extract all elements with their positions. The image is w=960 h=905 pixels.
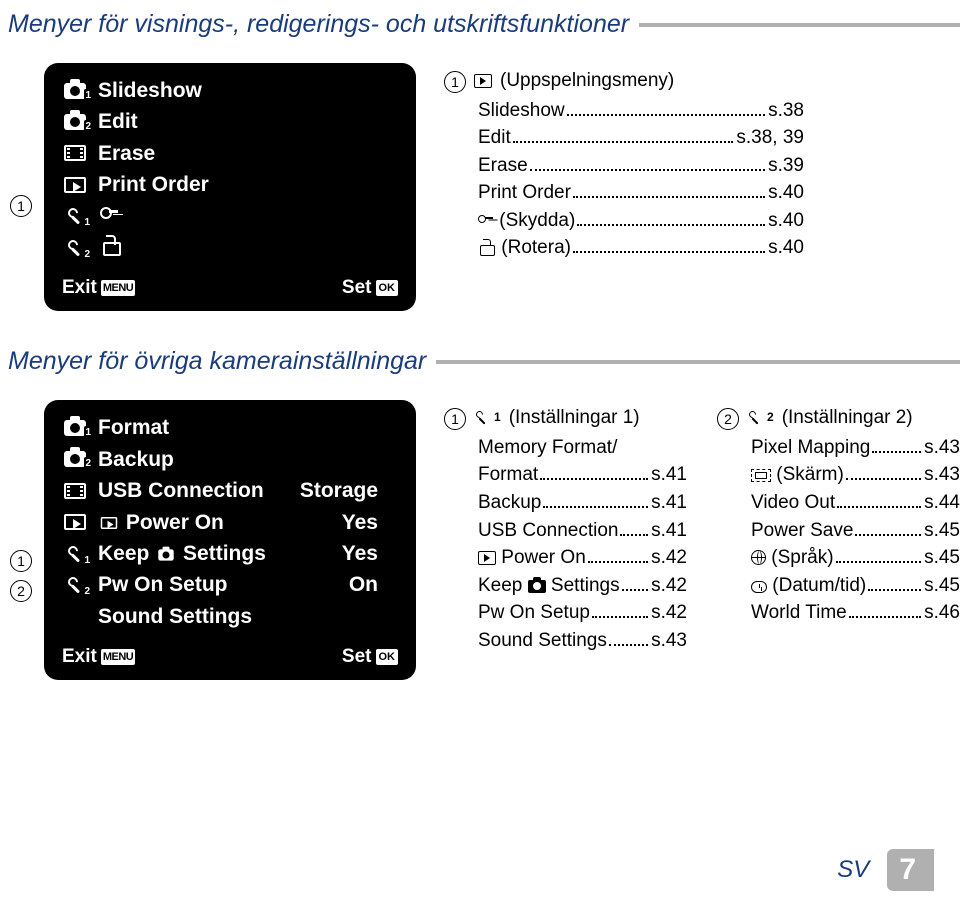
play-icon (64, 177, 86, 193)
desc-marker-1b: 1 (444, 408, 466, 430)
globe-dark-icon (751, 550, 766, 565)
wrench-dark2-icon (747, 410, 763, 426)
ok-badge: OK (376, 280, 399, 296)
cam-inline-icon (159, 549, 174, 560)
exit-button-2[interactable]: Exit MENU (62, 646, 135, 668)
menu-item-keepsettings[interactable]: 1 Keep Settings Yes (58, 538, 406, 569)
play-dark-icon (474, 74, 492, 88)
wrench1b-icon: 1 (65, 544, 85, 564)
menu-item-sound[interactable]: Sound Settings (58, 601, 406, 632)
playback-description: 1 (Uppspelningsmeny) Slideshows.38 Edits… (444, 63, 960, 262)
menu-item-usb[interactable]: USB Connection Storage (58, 475, 406, 506)
desc-marker-1: 1 (444, 71, 466, 93)
camera2-icon: 2 (64, 114, 86, 130)
set-button[interactable]: Set OK (342, 277, 398, 299)
marker-1: 1 (10, 195, 32, 217)
menu-badge-2: MENU (101, 649, 135, 665)
menu-item-format[interactable]: 1 Format (58, 412, 406, 443)
wrench1-icon: 1 (65, 206, 85, 226)
lang-label: SV (837, 856, 869, 884)
camera1-icon: 1 (64, 83, 86, 99)
menu-item-erase[interactable]: Erase (58, 138, 406, 169)
menu-item-backup[interactable]: 2 Backup (58, 444, 406, 475)
menu-badge: MENU (101, 280, 135, 296)
set-button-2[interactable]: Set OK (342, 646, 398, 668)
page-footer: SV 7 (837, 849, 934, 891)
menu-item-printorder[interactable]: Print Order (58, 169, 406, 200)
cam-dark-icon (528, 580, 546, 593)
desc-marker-2b: 2 (717, 408, 739, 430)
menu-item-settings2[interactable]: 2 (58, 232, 406, 263)
section1-title: Menyer för visnings-, redigerings- och u… (0, 4, 960, 43)
playback-menu: 1 Slideshow 2 Edit Erase (44, 63, 416, 311)
play-icon-b (64, 514, 86, 530)
clock-dark-icon (751, 581, 767, 593)
film-icon (64, 145, 86, 161)
exit-button[interactable]: Exit MENU (62, 277, 135, 299)
camera2b-icon: 2 (64, 451, 86, 467)
ok-badge-2: OK (376, 649, 399, 665)
play-inline-icon (101, 517, 118, 529)
wrench2-icon: 2 (65, 238, 85, 258)
setup-menu: 1 Format 2 Backup USB Connection Storage (44, 400, 416, 680)
marker-1b: 1 (10, 550, 32, 572)
key-dark-icon (478, 214, 494, 228)
menu-item-slideshow[interactable]: 1 Slideshow (58, 75, 406, 106)
menu-item-settings1[interactable]: 1 (58, 201, 406, 232)
section2-title: Menyer för övriga kamerainställningar (0, 341, 960, 380)
page-number: 7 (887, 849, 934, 891)
rotate-icon (100, 236, 120, 254)
wrench-dark1-icon (474, 410, 490, 426)
screen-dark-icon (751, 469, 771, 482)
wrench2b-icon: 2 (65, 575, 85, 595)
setup-description: 1 1 (Inställningar 1) Memory Format/ For… (444, 400, 960, 654)
marker-2b: 2 (10, 580, 32, 602)
menu-item-edit[interactable]: 2 Edit (58, 106, 406, 137)
camera1b-icon: 1 (64, 420, 86, 436)
menu-item-pwonsetup[interactable]: 2 Pw On Setup On (58, 569, 406, 600)
menu-item-poweron[interactable]: Power On Yes (58, 507, 406, 538)
key-icon (100, 205, 118, 223)
play-dark2-icon (478, 551, 496, 565)
rotate-dark-icon (478, 240, 496, 255)
film-icon-b (64, 483, 86, 499)
